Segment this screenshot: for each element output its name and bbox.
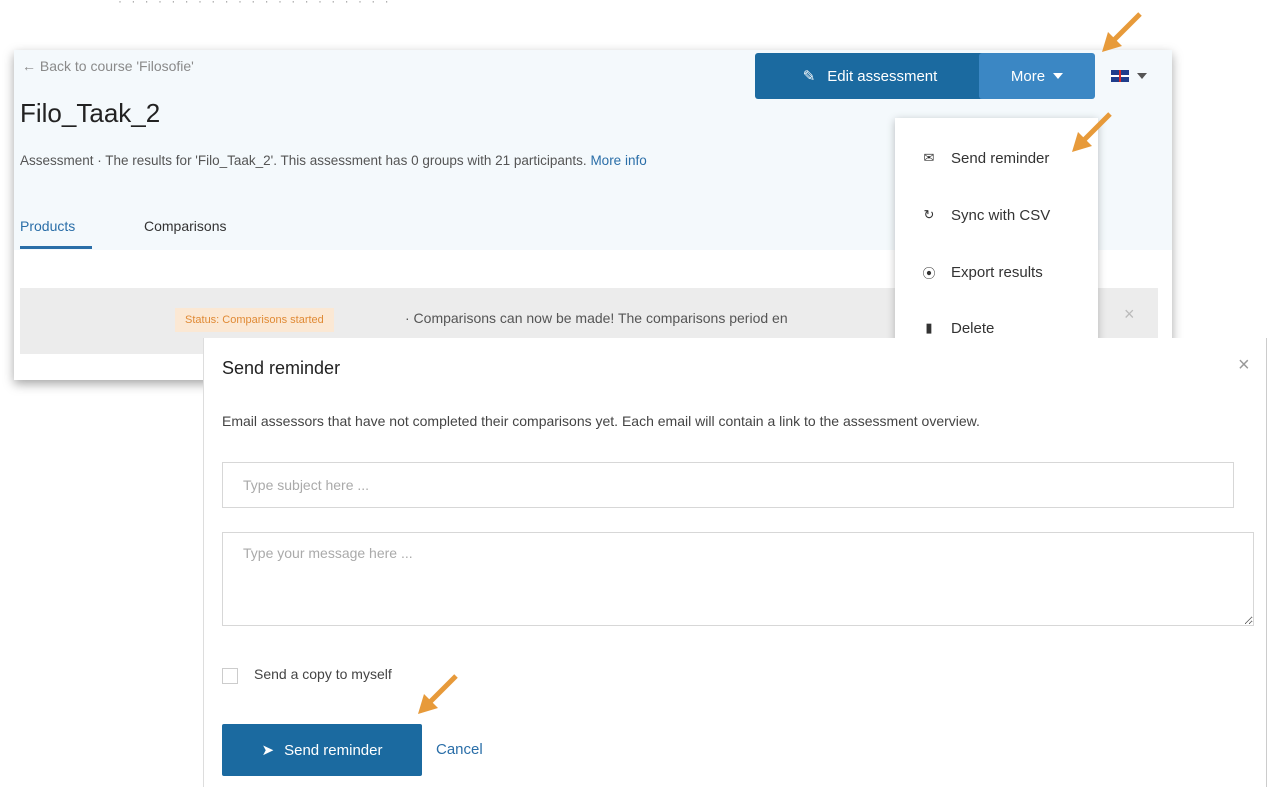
page-subtitle: Assessment · The results for 'Filo_Taak_…: [20, 153, 647, 168]
modal-description: Email assessors that have not completed …: [222, 413, 980, 429]
status-badge: Status: Comparisons started: [175, 308, 334, 332]
language-selector[interactable]: [1111, 70, 1147, 82]
modal-title: Send reminder: [222, 358, 341, 378]
more-label: More: [1010, 67, 1046, 85]
send-reminder-label: Send reminder: [284, 741, 383, 759]
trash-icon: ▮: [925, 320, 933, 335]
paper-plane-icon: ➤: [261, 742, 275, 759]
menu-item-label: Sync with CSV: [951, 206, 1051, 224]
menu-item-label: Delete: [951, 319, 995, 337]
send-copy-label[interactable]: Send a copy to myself: [254, 666, 392, 682]
menu-item-label: Export results: [951, 263, 1043, 281]
chevron-down-icon: [1137, 73, 1147, 79]
more-dropdown-button[interactable]: More: [979, 53, 1095, 99]
refresh-icon: ↻: [923, 207, 935, 222]
menu-item-export-results[interactable]: ⦿ Export results: [895, 252, 1098, 292]
cancel-link[interactable]: Cancel: [436, 741, 483, 758]
close-icon[interactable]: ×: [1124, 304, 1135, 325]
message-textarea[interactable]: [222, 532, 1254, 626]
active-tab-indicator: [20, 246, 92, 249]
annotation-arrow-icon: [1072, 112, 1112, 152]
status-message: · Comparisons can now be made! The compa…: [405, 310, 788, 326]
pencil-icon: ✎: [802, 68, 816, 85]
chevron-down-icon: [1053, 73, 1064, 79]
edit-assessment-label: Edit assessment: [827, 67, 938, 85]
close-icon[interactable]: ×: [1238, 354, 1250, 377]
subtitle-text: Assessment · The results for 'Filo_Taak_…: [20, 153, 587, 168]
export-icon: ⦿: [922, 265, 936, 281]
more-info-link[interactable]: More info: [590, 153, 646, 168]
modal-border: [1266, 338, 1267, 787]
send-reminder-modal: Send reminder × Email assessors that hav…: [203, 338, 1268, 787]
send-reminder-button[interactable]: ➤ Send reminder: [222, 724, 422, 776]
tab-comparisons[interactable]: Comparisons: [144, 218, 226, 234]
tab-products[interactable]: Products: [20, 218, 75, 234]
envelope-icon: ✉: [923, 150, 935, 165]
subject-input[interactable]: [222, 462, 1234, 508]
menu-item-label: Send reminder: [951, 149, 1050, 167]
send-copy-checkbox[interactable]: [222, 668, 238, 684]
back-to-course-link[interactable]: ← Back to course 'Filosofie': [22, 58, 194, 74]
page-title: Filo_Taak_2: [20, 98, 161, 128]
menu-item-sync-csv[interactable]: ↻ Sync with CSV: [895, 195, 1098, 235]
uk-flag-icon: [1111, 70, 1129, 82]
annotation-arrow-icon: [418, 674, 458, 714]
annotation-arrow-icon: [1102, 12, 1142, 52]
cropped-caption: · · · · · · · · · · · · · · · · · · · · …: [118, 0, 392, 8]
edit-assessment-button[interactable]: ✎ Edit assessment: [755, 53, 985, 99]
